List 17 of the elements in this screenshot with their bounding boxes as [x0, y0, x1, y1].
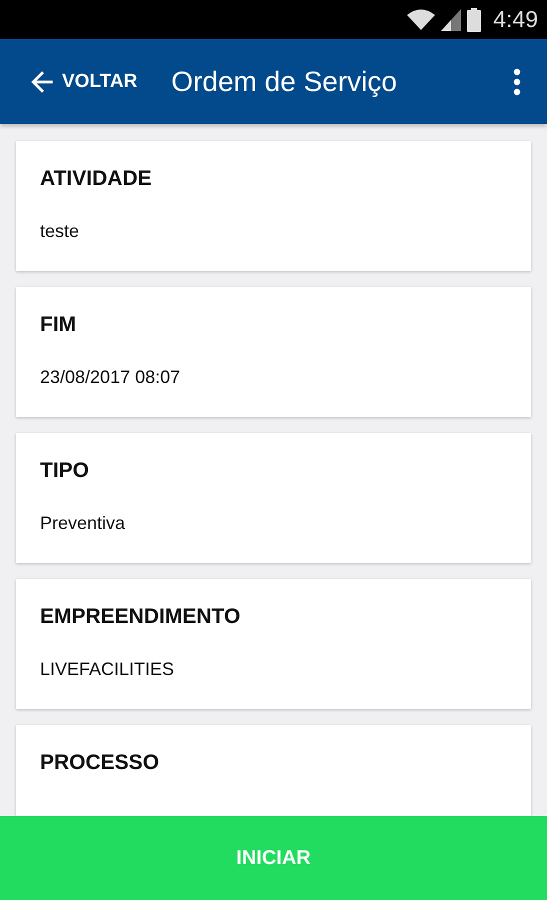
clock: 4:49 [493, 6, 538, 33]
field-label: EMPREENDIMENTO [40, 605, 242, 629]
field-label: FIM [40, 313, 78, 337]
field-value: LIVEFACILITIES [40, 659, 176, 680]
signal-icon [441, 8, 462, 30]
field-value: Preventiva [40, 513, 126, 534]
field-label: PROCESSO [40, 751, 160, 775]
field-value: 23/08/2017 08:07 [40, 367, 182, 388]
field-label: TIPO [40, 459, 90, 483]
wifi-icon [407, 8, 436, 30]
back-arrow-icon [30, 68, 56, 94]
battery-icon [467, 8, 482, 32]
field-label: ATIVIDADE [40, 167, 153, 191]
screen-title: Ordem de Serviço [171, 66, 398, 98]
back-button[interactable]: VOLTAR [30, 68, 138, 94]
field-value: teste [40, 221, 80, 242]
more-options-icon[interactable] [513, 68, 521, 96]
